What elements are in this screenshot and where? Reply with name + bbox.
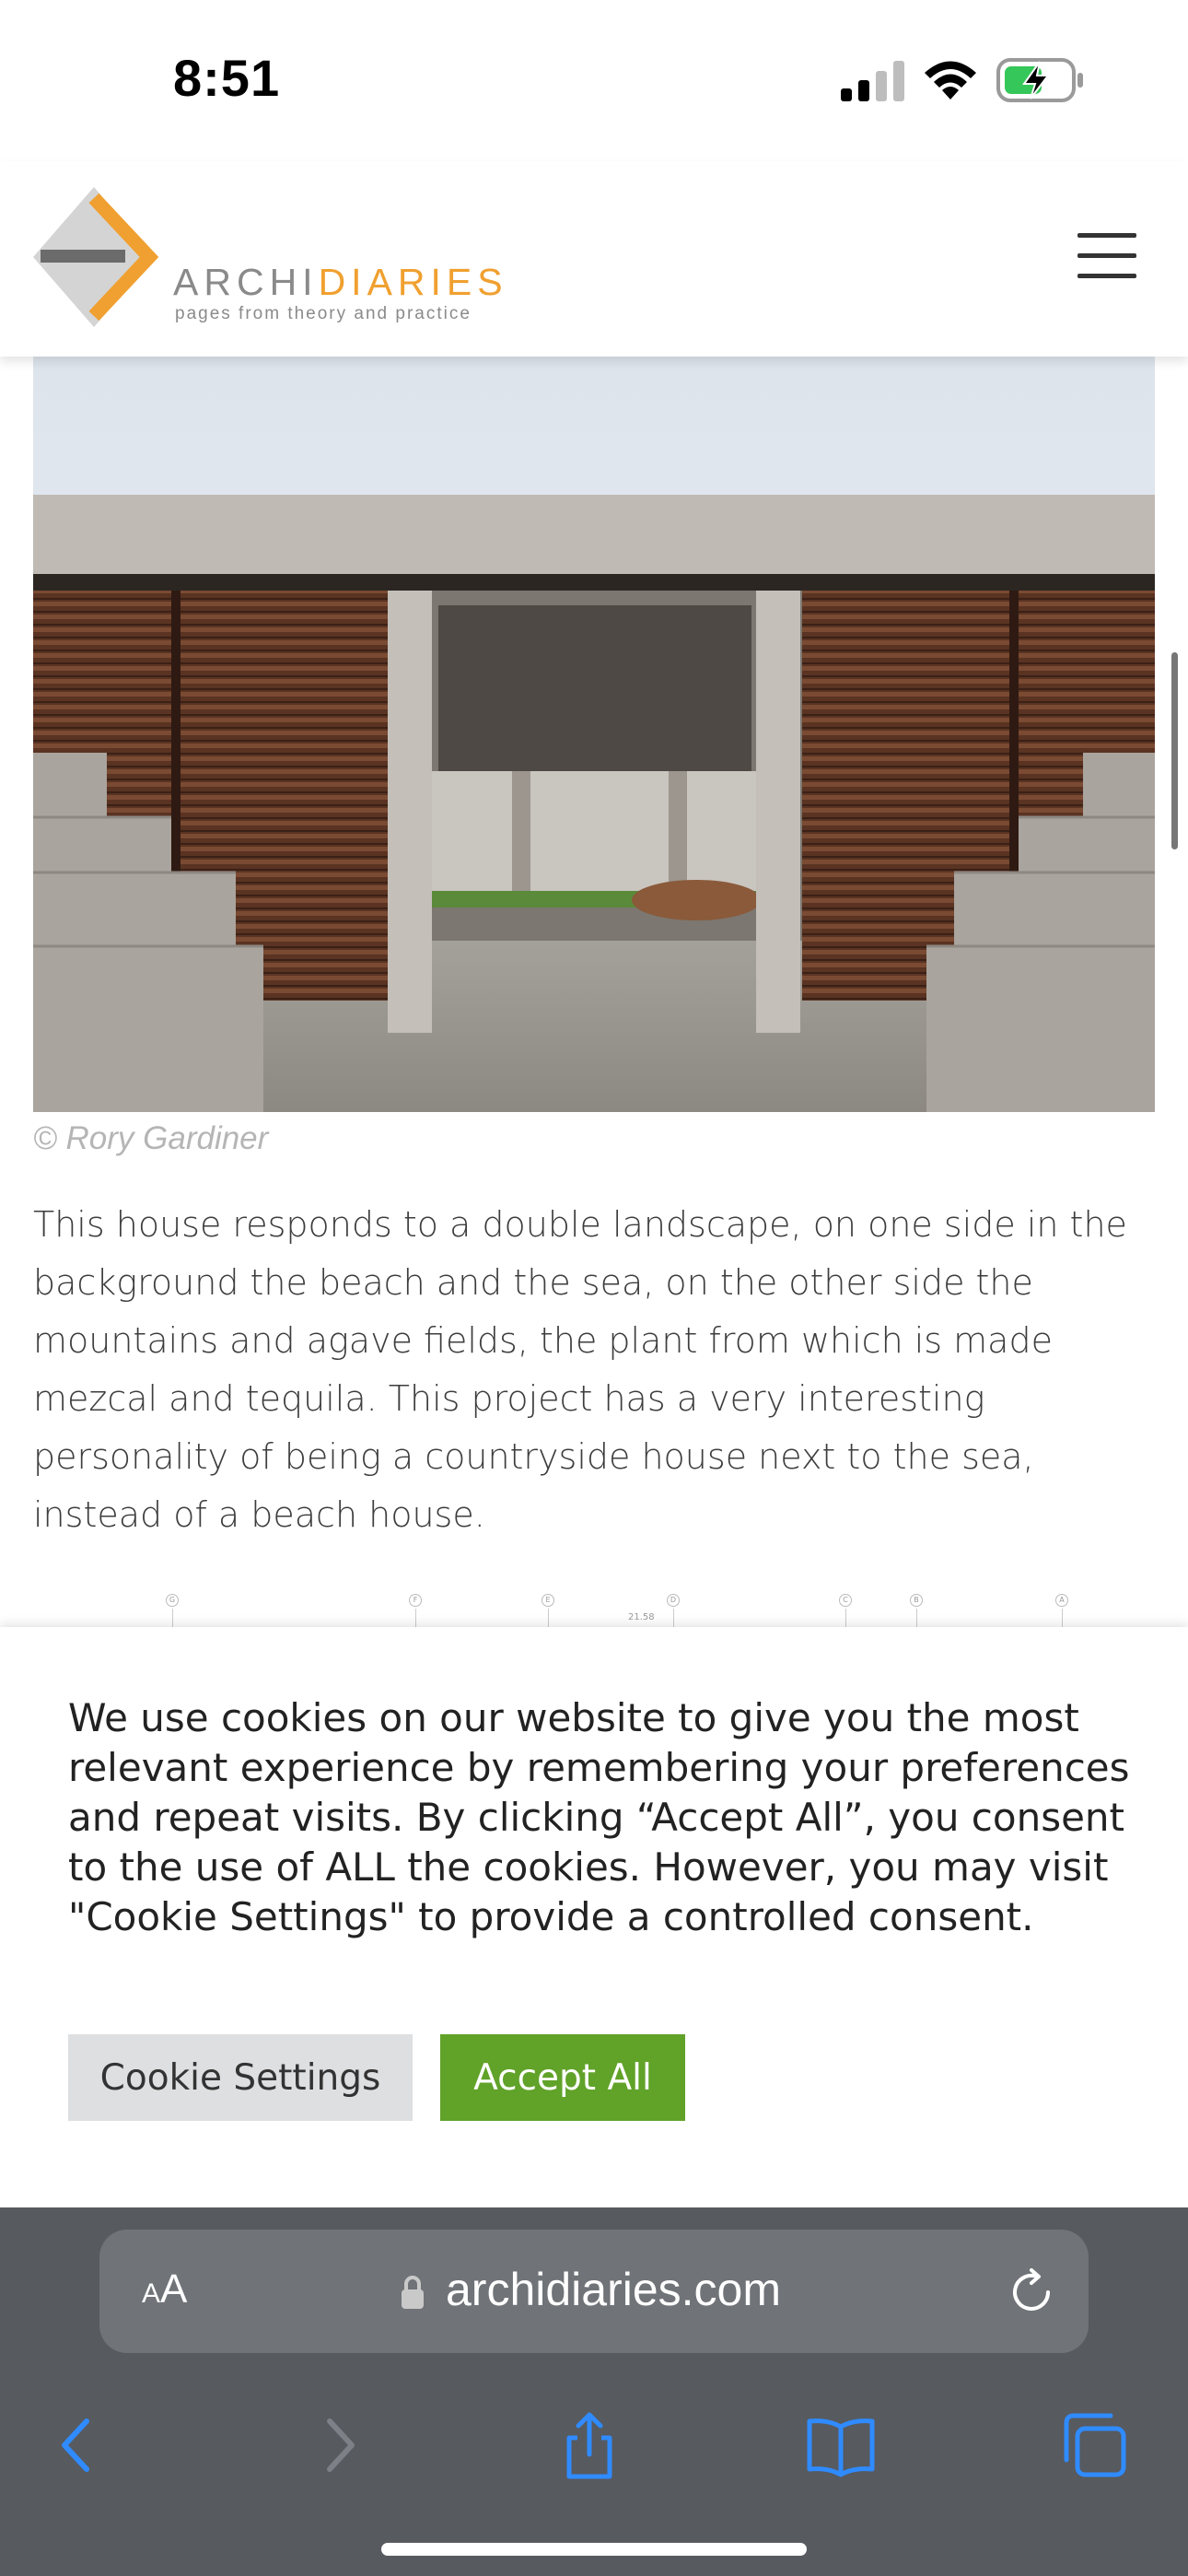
reload-icon[interactable] [1004, 2265, 1059, 2320]
architectural-drawing-preview: G F E D C B A 21.58 [33, 1587, 1155, 1629]
drawing-label: B [910, 1594, 923, 1607]
bookmarks-icon[interactable] [804, 2408, 878, 2482]
accept-all-button[interactable]: Accept All [440, 2034, 685, 2121]
share-icon[interactable] [553, 2408, 626, 2482]
image-caption: © Rory Gardiner [33, 1120, 269, 1156]
cookie-consent-text: We use cookies on our website to give yo… [68, 1695, 1130, 1939]
cookie-consent-banner: We use cookies on our website to give yo… [0, 1627, 1188, 2207]
status-bar: 8:51 [0, 0, 1188, 161]
page-scrollbar[interactable] [1171, 652, 1178, 849]
drawing-label: D [667, 1594, 680, 1607]
reader-text-size-button[interactable]: AA [142, 2266, 187, 2313]
cookie-settings-button[interactable]: Cookie Settings [68, 2034, 413, 2121]
archidiaries-logo-icon[interactable] [29, 185, 158, 329]
browser-toolbar: AA archidiaries.com [0, 2207, 1188, 2576]
drawing-label: E [542, 1594, 554, 1607]
forward-icon[interactable] [300, 2408, 374, 2482]
drawing-label: C [839, 1594, 852, 1607]
article-paragraph: This house responds to a double landscap… [33, 1204, 1127, 1535]
wifi-icon [925, 61, 976, 100]
home-indicator[interactable] [381, 2543, 807, 2556]
address-bar[interactable]: AA archidiaries.com [99, 2230, 1089, 2353]
battery-charging-icon [996, 58, 1083, 102]
drawing-dimension: 21.58 [628, 1612, 655, 1622]
drawing-label: A [1055, 1594, 1068, 1607]
article-photo [33, 357, 1155, 1112]
back-icon[interactable] [42, 2408, 116, 2482]
hamburger-menu-icon[interactable] [1066, 226, 1149, 290]
logo-tagline: pages from theory and practice [175, 304, 472, 323]
tabs-icon[interactable] [1057, 2408, 1131, 2482]
drawing-label: G [166, 1594, 179, 1607]
logo-archi: ARCHI [173, 261, 319, 303]
drawing-label: F [409, 1594, 422, 1607]
cellular-signal-icon [841, 61, 904, 101]
site-logo-wordmark[interactable]: ARCHIDIARIES [173, 261, 508, 304]
logo-diaries: DIARIES [318, 261, 508, 303]
url-text[interactable]: archidiaries.com [446, 2263, 781, 2316]
lock-icon [402, 2276, 424, 2309]
status-time: 8:51 [173, 49, 281, 107]
site-header: ARCHIDIARIES pages from theory and pract… [0, 161, 1188, 357]
